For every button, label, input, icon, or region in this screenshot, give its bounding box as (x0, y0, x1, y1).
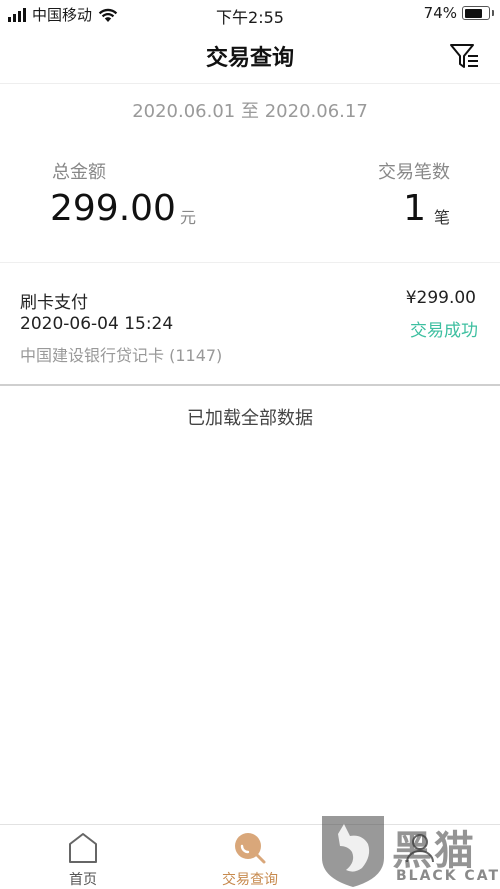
tab-transaction-query[interactable]: 交易查询 (205, 831, 295, 889)
total-amount-unit: 元 (180, 208, 197, 227)
transaction-row[interactable]: 刷卡支付 2020-06-04 15:24 中国建设银行贷记卡 (1147) ¥… (0, 276, 500, 384)
search-icon (235, 833, 266, 864)
page-title: 交易查询 (205, 46, 294, 71)
home-icon (69, 833, 97, 863)
cat-shield-logo (322, 816, 384, 887)
transaction-amount: ¥299.00 (405, 288, 476, 308)
date-range: 2020.06.01 至 2020.06.17 (132, 101, 368, 122)
filter-icon[interactable] (448, 40, 480, 72)
transaction-type: 刷卡支付 (20, 293, 88, 313)
transaction-status: 交易成功 (410, 321, 478, 341)
status-right: 74% (423, 4, 494, 22)
tab-home-label: 首页 (69, 872, 97, 888)
tab-home[interactable]: 首页 (38, 831, 128, 889)
status-bar: 中国移动 下午2:55 74% (0, 0, 500, 28)
list-end-text: 已加载全部数据 (187, 408, 313, 429)
transaction-count-value: 1 (403, 188, 426, 229)
watermark-en-text: BLACK CAT (396, 868, 500, 884)
battery-icon (462, 6, 494, 20)
tab-query-label: 交易查询 (222, 872, 278, 888)
summary-panel: 总金额 299.00 元 交易笔数 1 笔 (0, 150, 500, 240)
section-divider (0, 262, 500, 263)
battery-fill (464, 8, 482, 18)
nav-bar: 交易查询 (0, 28, 500, 84)
battery-percent: 74% (423, 4, 457, 22)
transaction-card: 中国建设银行贷记卡 (1147) (20, 346, 223, 365)
total-amount-value: 299.00 (50, 188, 176, 229)
transaction-datetime: 2020-06-04 15:24 (20, 314, 174, 334)
transaction-count-label: 交易笔数 (378, 162, 450, 183)
transaction-count-unit: 笔 (433, 208, 450, 227)
black-cat-watermark: 黑猫 BLACK CAT (318, 812, 500, 889)
total-amount-label: 总金额 (52, 162, 106, 183)
row-divider (0, 384, 500, 386)
